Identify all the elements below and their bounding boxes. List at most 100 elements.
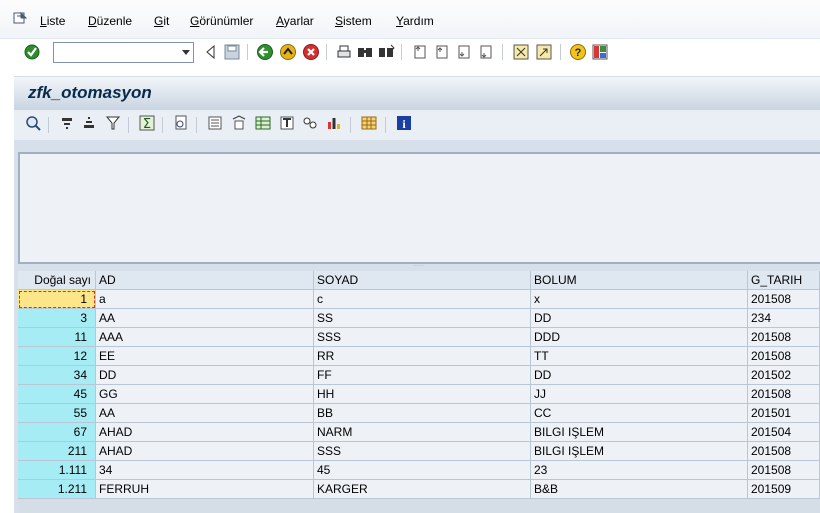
cell-dogal-sayi[interactable]: 1 xyxy=(18,290,96,309)
splitter-handle[interactable]: ····· xyxy=(18,263,820,270)
cell-g-tarih[interactable]: 201508 xyxy=(748,442,820,461)
menu-git[interactable]: Git xyxy=(154,14,169,28)
cell-g-tarih[interactable]: 201508 xyxy=(748,347,820,366)
cell-soyad[interactable]: SSS xyxy=(314,328,531,347)
table-row[interactable]: 1 a c x 201508 xyxy=(18,290,820,309)
cell-soyad[interactable]: c xyxy=(314,290,531,309)
cell-ad[interactable]: a xyxy=(96,290,314,309)
cell-g-tarih[interactable]: 234 xyxy=(748,309,820,328)
local-file-icon[interactable] xyxy=(278,114,296,132)
cell-g-tarih[interactable]: 201501 xyxy=(748,404,820,423)
menu-gorunumler[interactable]: Görünümler xyxy=(190,14,253,28)
cell-dogal-sayi[interactable]: 3 xyxy=(18,309,96,328)
column-header-g-tarih[interactable]: G_TARIH xyxy=(748,271,820,290)
cell-soyad[interactable]: FF xyxy=(314,366,531,385)
sum-icon[interactable]: Σ xyxy=(138,114,156,132)
cell-g-tarih[interactable]: 201508 xyxy=(748,328,820,347)
cell-soyad[interactable]: 45 xyxy=(314,461,531,480)
print-icon[interactable] xyxy=(335,43,353,61)
graphic-icon[interactable] xyxy=(325,114,343,132)
cell-ad[interactable]: AA xyxy=(96,404,314,423)
cell-dogal-sayi[interactable]: 211 xyxy=(18,442,96,461)
table-row[interactable]: 12 EE RR TT 201508 xyxy=(18,347,820,366)
next-page-icon[interactable] xyxy=(455,43,473,61)
back-green-icon[interactable] xyxy=(256,43,274,61)
shortcut-icon[interactable] xyxy=(535,43,553,61)
cell-bolum[interactable]: 23 xyxy=(531,461,748,480)
cell-bolum[interactable]: BILGI IŞLEM xyxy=(531,423,748,442)
exit-icon[interactable] xyxy=(279,43,297,61)
cell-soyad[interactable]: SSS xyxy=(314,442,531,461)
menu-yardim[interactable]: Yardım xyxy=(396,14,434,28)
sort-descending-icon[interactable] xyxy=(80,114,98,132)
table-row[interactable]: 67 AHAD NARM BILGI IŞLEM 201504 xyxy=(18,423,820,442)
table-row[interactable]: 55 AA BB CC 201501 xyxy=(18,404,820,423)
print-preview-icon[interactable] xyxy=(172,114,190,132)
save-icon[interactable] xyxy=(223,43,241,61)
table-row[interactable]: 45 GG HH JJ 201508 xyxy=(18,385,820,404)
cell-g-tarih[interactable]: 201502 xyxy=(748,366,820,385)
cell-bolum[interactable]: x xyxy=(531,290,748,309)
cell-soyad[interactable]: KARGER xyxy=(314,480,531,499)
export-icon[interactable] xyxy=(206,114,224,132)
cell-soyad[interactable]: SS xyxy=(314,309,531,328)
find-icon[interactable] xyxy=(356,43,374,61)
word-processing-icon[interactable] xyxy=(230,114,248,132)
cell-soyad[interactable]: NARM xyxy=(314,423,531,442)
cell-bolum[interactable]: DDD xyxy=(531,328,748,347)
cell-dogal-sayi[interactable]: 1.211 xyxy=(18,480,96,499)
cell-dogal-sayi[interactable]: 1.111 xyxy=(18,461,96,480)
filter-icon[interactable] xyxy=(104,114,122,132)
cell-g-tarih[interactable]: 201508 xyxy=(748,290,820,309)
cell-ad[interactable]: EE xyxy=(96,347,314,366)
cell-dogal-sayi[interactable]: 45 xyxy=(18,385,96,404)
cell-ad[interactable]: 34 xyxy=(96,461,314,480)
chevron-down-icon[interactable] xyxy=(182,50,190,55)
last-page-icon[interactable] xyxy=(477,43,495,61)
previous-page-icon[interactable] xyxy=(433,43,451,61)
information-icon[interactable]: i xyxy=(395,114,413,132)
table-row[interactable]: 211 AHAD SSS BILGI IŞLEM 201508 xyxy=(18,442,820,461)
menu-ayarlar[interactable]: Ayarlar xyxy=(276,14,314,28)
cell-g-tarih[interactable]: 201508 xyxy=(748,385,820,404)
table-row[interactable]: 1.111 34 45 23 201508 xyxy=(18,461,820,480)
cell-dogal-sayi[interactable]: 11 xyxy=(18,328,96,347)
table-row[interactable]: 11 AAA SSS DDD 201508 xyxy=(18,328,820,347)
cell-dogal-sayi[interactable]: 55 xyxy=(18,404,96,423)
column-header-dogal-sayi[interactable]: Doğal sayı xyxy=(18,271,96,290)
column-header-soyad[interactable]: SOYAD xyxy=(314,271,531,290)
spreadsheet-icon[interactable] xyxy=(254,114,272,132)
cell-bolum[interactable]: B&B xyxy=(531,480,748,499)
table-row[interactable]: 34 DD FF DD 201502 xyxy=(18,366,820,385)
cell-g-tarih[interactable]: 201509 xyxy=(748,480,820,499)
cell-soyad[interactable]: RR xyxy=(314,347,531,366)
cell-g-tarih[interactable]: 201508 xyxy=(748,461,820,480)
cell-ad[interactable]: FERRUH xyxy=(96,480,314,499)
cancel-icon[interactable] xyxy=(302,43,320,61)
cell-bolum[interactable]: BILGI IŞLEM xyxy=(531,442,748,461)
cell-ad[interactable]: AHAD xyxy=(96,442,314,461)
cell-ad[interactable]: GG xyxy=(96,385,314,404)
command-field[interactable] xyxy=(53,42,194,63)
first-page-icon[interactable] xyxy=(411,43,429,61)
cell-ad[interactable]: AHAD xyxy=(96,423,314,442)
cell-dogal-sayi[interactable]: 67 xyxy=(18,423,96,442)
cell-bolum[interactable]: TT xyxy=(531,347,748,366)
cell-ad[interactable]: AAA xyxy=(96,328,314,347)
menu-icon[interactable] xyxy=(13,11,27,25)
create-session-icon[interactable] xyxy=(512,43,530,61)
enter-icon[interactable] xyxy=(23,43,41,61)
back-icon[interactable] xyxy=(202,43,220,61)
cell-ad[interactable]: DD xyxy=(96,366,314,385)
help-icon[interactable]: ? xyxy=(569,43,587,61)
sort-ascending-icon[interactable] xyxy=(58,114,76,132)
details-icon[interactable] xyxy=(24,114,42,132)
cell-ad[interactable]: AA xyxy=(96,309,314,328)
menu-liste[interactable]: Liste xyxy=(40,14,65,28)
menu-sistem[interactable]: Sistem xyxy=(335,14,372,28)
cell-dogal-sayi[interactable]: 12 xyxy=(18,347,96,366)
cell-g-tarih[interactable]: 201504 xyxy=(748,423,820,442)
change-layout-icon[interactable] xyxy=(360,114,378,132)
column-header-ad[interactable]: AD xyxy=(96,271,314,290)
cell-soyad[interactable]: HH xyxy=(314,385,531,404)
